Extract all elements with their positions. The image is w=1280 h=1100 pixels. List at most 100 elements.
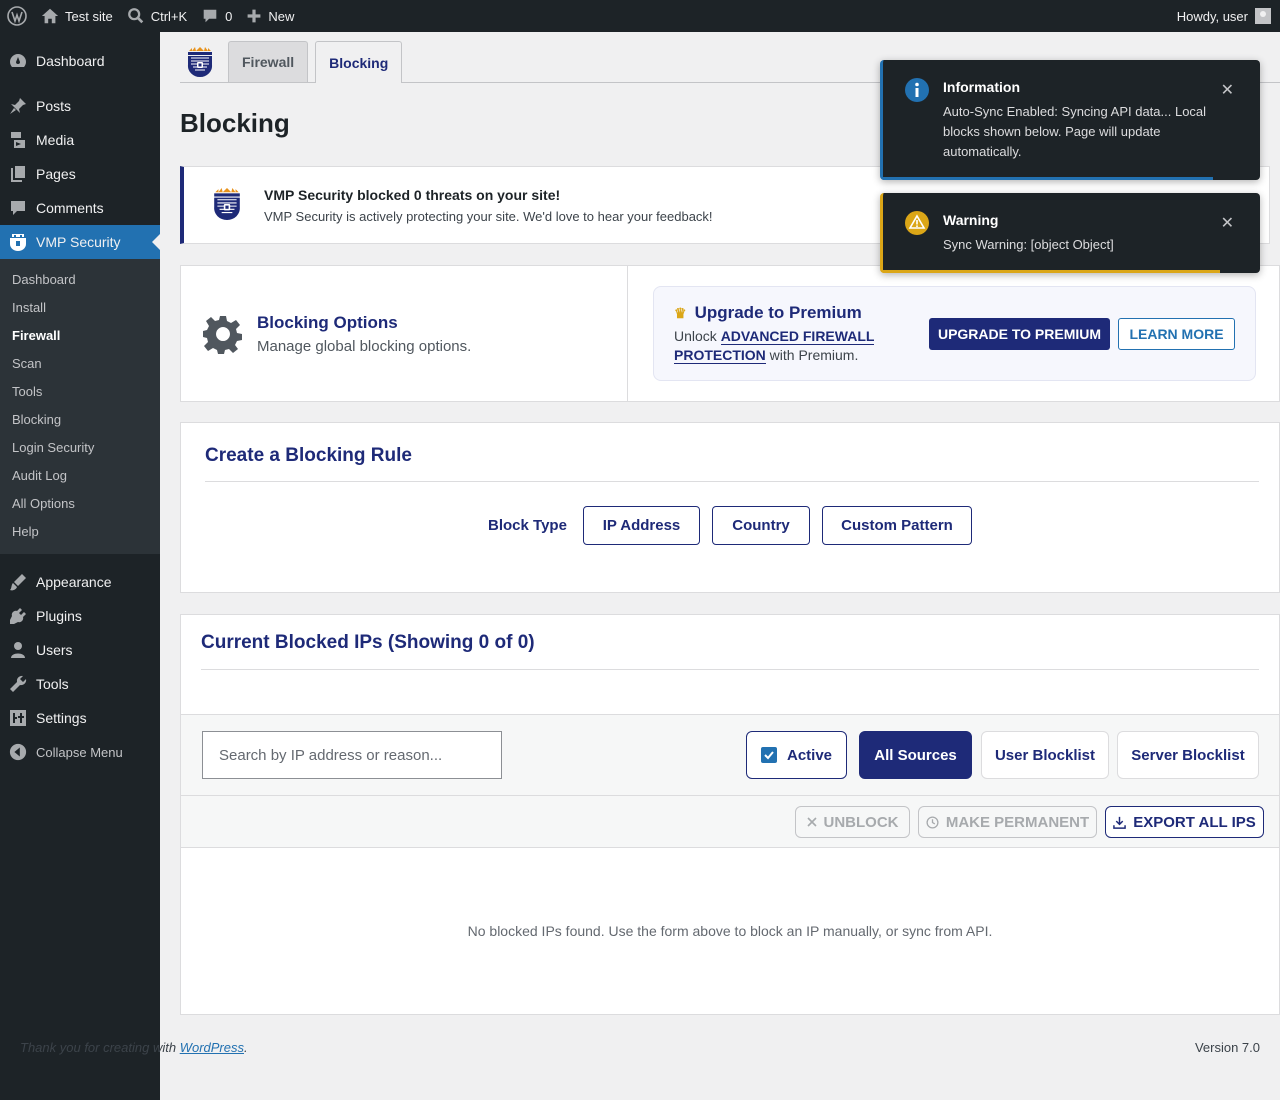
comment-icon: [203, 9, 217, 23]
filter-bar: Active All Sources User Blocklist Server…: [181, 714, 1279, 796]
search-input[interactable]: [202, 731, 502, 779]
unblock-label: UNBLOCK: [823, 813, 899, 831]
download-icon: [1113, 816, 1127, 829]
menu-appearance[interactable]: Appearance: [0, 565, 160, 599]
blocked-ips-title: Current Blocked IPs (Showing 0 of 0): [201, 632, 535, 653]
comments-link[interactable]: 0: [194, 0, 239, 32]
export-ips-button[interactable]: EXPORT ALL IPS: [1105, 806, 1264, 838]
home-icon: [41, 8, 59, 24]
menu-label: Comments: [36, 200, 104, 216]
upgrade-premium-button[interactable]: UPGRADE TO PREMIUM: [929, 318, 1110, 350]
menu-comments[interactable]: Comments: [0, 191, 160, 225]
submenu-login-security[interactable]: Login Security: [0, 434, 160, 462]
make-permanent-button[interactable]: MAKE PERMANENT: [918, 806, 1097, 838]
pin-icon: [8, 96, 28, 116]
unblock-button[interactable]: UNBLOCK: [795, 806, 910, 838]
divider: [205, 481, 1259, 482]
divider: [201, 669, 1259, 670]
search-shortcut-label: Ctrl+K: [150, 8, 188, 24]
block-type-country-button[interactable]: Country: [712, 506, 810, 545]
checkbox-checked-icon: [760, 747, 777, 763]
menu-dashboard[interactable]: Dashboard: [0, 44, 160, 78]
menu-label: Settings: [36, 710, 87, 726]
active-filter-label: Active: [786, 746, 833, 764]
dashboard-icon: [8, 51, 28, 71]
collapse-arrow-icon: [8, 742, 28, 762]
menu-posts[interactable]: Posts: [0, 89, 160, 123]
tab-firewall[interactable]: Firewall: [228, 41, 309, 82]
gear-icon: [203, 315, 242, 354]
notice-title: VMP Security blocked 0 threats on your s…: [264, 186, 561, 203]
clock-icon: [926, 815, 939, 829]
create-rule-title: Create a Blocking Rule: [205, 445, 412, 466]
close-icon[interactable]: ✕: [1221, 213, 1234, 233]
submenu-audit-log[interactable]: Audit Log: [0, 462, 160, 490]
source-user-blocklist-button[interactable]: User Blocklist: [981, 731, 1109, 779]
source-all-button[interactable]: All Sources: [859, 731, 972, 779]
menu-label: Users: [36, 642, 73, 658]
wordpress-logo-icon[interactable]: [0, 0, 34, 32]
info-toast-title: Information: [943, 79, 1020, 95]
blocked-ips-card: Current Blocked IPs (Showing 0 of 0) Act…: [180, 614, 1280, 1015]
howdy-text: Howdy, user: [1176, 8, 1248, 24]
menu-pages[interactable]: Pages: [0, 157, 160, 191]
submenu-install[interactable]: Install: [0, 294, 160, 322]
vmp-submenu: Dashboard Install Firewall Scan Tools Bl…: [0, 259, 160, 554]
block-type-pattern-button[interactable]: Custom Pattern: [822, 506, 972, 545]
premium-post: with Premium.: [765, 347, 859, 363]
menu-vmp-security[interactable]: VMP Security: [0, 225, 160, 259]
submenu-tools[interactable]: Tools: [0, 378, 160, 406]
wrench-icon: [8, 674, 28, 694]
wordpress-link[interactable]: WordPress: [180, 1040, 244, 1055]
source-server-blocklist-button[interactable]: Server Blocklist: [1117, 731, 1259, 779]
menu-label: Media: [36, 132, 75, 148]
plus-icon: [248, 9, 261, 23]
submenu-dashboard[interactable]: Dashboard: [0, 266, 160, 294]
page-title: Blocking: [180, 108, 290, 138]
user-icon: [8, 640, 28, 660]
menu-label: Dashboard: [36, 53, 105, 69]
footer-version: Version 7.0: [1194, 1040, 1260, 1055]
collapse-menu-button[interactable]: Collapse Menu: [0, 735, 160, 769]
close-icon: [806, 817, 817, 827]
site-name-link[interactable]: Test site: [34, 0, 120, 32]
premium-upsell: ♛ Upgrade to Premium Unlock ADVANCED FIR…: [653, 286, 1256, 381]
premium-text: Unlock ADVANCED FIREWALL PROTECTION with…: [674, 327, 914, 365]
search-shortcut[interactable]: Ctrl+K: [120, 0, 194, 32]
info-icon: [905, 78, 929, 102]
warning-toast-message: Sync Warning: [object Object]: [943, 237, 1114, 252]
close-icon[interactable]: ✕: [1221, 80, 1234, 100]
bulk-actions-bar: UNBLOCK MAKE PERMANENT EXPORT ALL IPS: [181, 796, 1279, 848]
menu-settings[interactable]: Settings: [0, 701, 160, 735]
submenu-help[interactable]: Help: [0, 518, 160, 546]
menu-media[interactable]: Media: [0, 123, 160, 157]
menu-label: VMP Security: [36, 234, 121, 250]
shield-icon: [8, 232, 28, 252]
menu-label: Tools: [36, 676, 69, 692]
submenu-blocking[interactable]: Blocking: [0, 406, 160, 434]
new-content-link[interactable]: New: [239, 0, 301, 32]
submenu-firewall[interactable]: Firewall: [0, 322, 160, 350]
menu-tools[interactable]: Tools: [0, 667, 160, 701]
premium-title-row: ♛ Upgrade to Premium: [674, 303, 862, 323]
vmp-logo-icon: [212, 187, 246, 223]
blocking-options-card: Blocking Options Manage global blocking …: [180, 265, 1280, 402]
plug-icon: [8, 606, 28, 626]
menu-label: Pages: [36, 166, 76, 182]
empty-state-message: No blocked IPs found. Use the form above…: [467, 923, 993, 939]
info-toast: Information Auto-Sync Enabled: Syncing A…: [880, 60, 1260, 180]
block-type-ip-button[interactable]: IP Address: [583, 506, 700, 545]
tab-blocking[interactable]: Blocking: [315, 41, 403, 83]
notice-subtitle: VMP Security is actively protecting your…: [264, 208, 713, 224]
submenu-all-options[interactable]: All Options: [0, 490, 160, 518]
footer-thanks-post: .: [244, 1040, 248, 1055]
menu-users[interactable]: Users: [0, 633, 160, 667]
menu-label: Appearance: [36, 574, 112, 590]
menu-plugins[interactable]: Plugins: [0, 599, 160, 633]
new-label: New: [268, 8, 295, 24]
footer-thanks-pre: Thank you for creating with: [20, 1040, 180, 1055]
learn-more-button[interactable]: LEARN MORE: [1118, 318, 1235, 350]
my-account[interactable]: Howdy, user: [1170, 0, 1280, 32]
submenu-scan[interactable]: Scan: [0, 350, 160, 378]
active-filter-checkbox[interactable]: Active: [746, 731, 847, 779]
